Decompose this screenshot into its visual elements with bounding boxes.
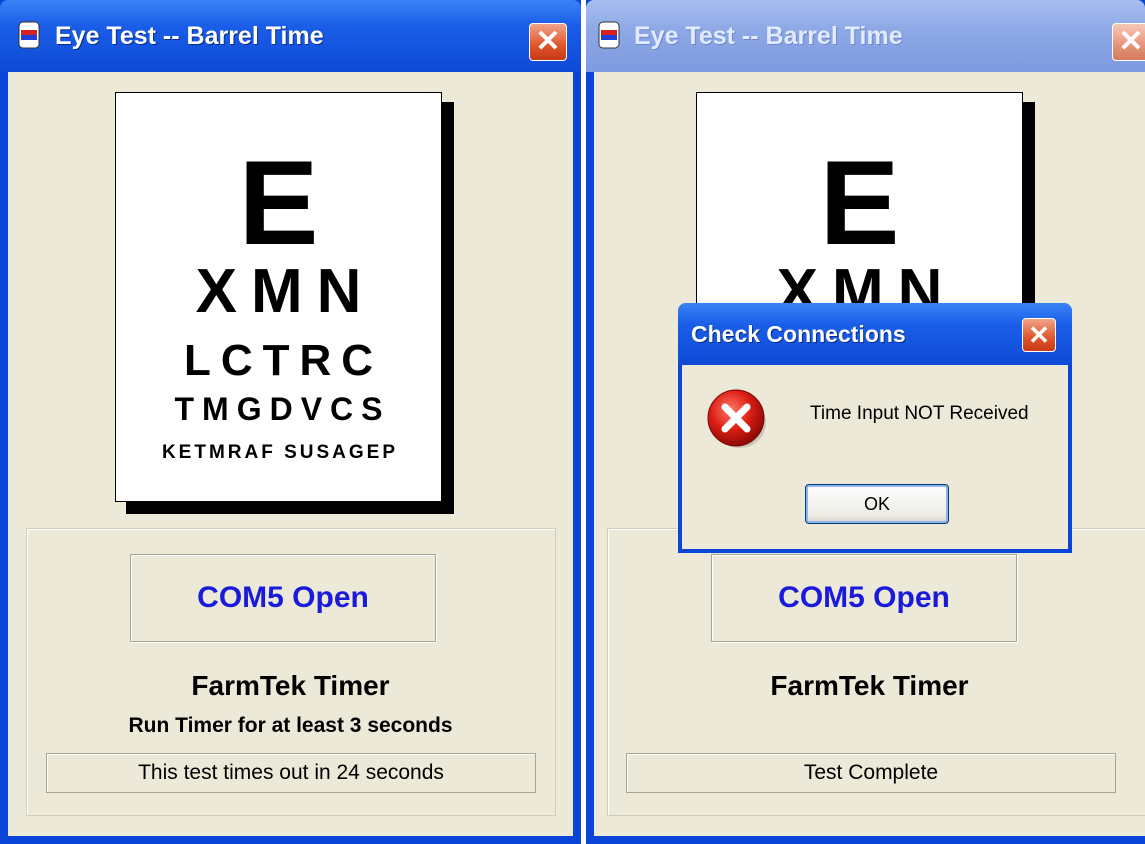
window-title: Eye Test -- Barrel Time	[634, 22, 903, 50]
close-icon: ✕	[1118, 25, 1144, 58]
window-client-area: E XMN LCTRC TMGDVCS KETMRAF SUSAGEP COM5…	[8, 72, 573, 836]
title-bar[interactable]: Eye Test -- Barrel Time ✕	[0, 0, 581, 72]
dialog-close-button[interactable]: ✕	[1022, 318, 1056, 352]
port-status-box: COM5 Open	[711, 554, 1017, 642]
timer-label: FarmTek Timer	[770, 670, 969, 701]
eye-chart: E XMN LCTRC TMGDVCS KETMRAF SUSAGEP	[115, 92, 442, 502]
chart-row-5: KETMRAF SUSAGEP	[161, 442, 399, 463]
check-connections-dialog: Check Connections ✕ Time Input NOT Recei…	[678, 303, 1072, 553]
instruction-label: Run Timer for at least 3 seconds	[128, 714, 453, 737]
chart-row-2: XMN	[195, 257, 376, 326]
window-title: Eye Test -- Barrel Time	[55, 22, 324, 50]
close-button[interactable]: ✕	[529, 23, 567, 61]
app-icon	[18, 21, 40, 49]
dialog-title-bar[interactable]: Check Connections ✕	[678, 303, 1072, 365]
status-text-box: This test times out in 24 seconds	[46, 753, 536, 793]
dialog-title: Check Connections	[691, 321, 906, 347]
chart-row-1: E	[238, 136, 319, 270]
eye-test-window-left: Eye Test -- Barrel Time ✕ E XMN LCTRC TM…	[0, 0, 581, 844]
timer-label: FarmTek Timer	[191, 670, 390, 701]
dialog-message: Time Input NOT Received	[810, 403, 1029, 424]
app-icon	[598, 21, 620, 49]
close-icon: ✕	[535, 25, 561, 58]
chart-row-1: E	[819, 136, 900, 270]
ok-button[interactable]: OK	[805, 484, 949, 524]
close-icon: ✕	[1028, 320, 1050, 350]
chart-row-3: LCTRC	[183, 336, 384, 385]
dialog-body: Time Input NOT Received OK	[682, 365, 1068, 549]
chart-row-4: TMGDVCS	[174, 391, 391, 427]
error-icon	[707, 389, 766, 448]
title-bar[interactable]: Eye Test -- Barrel Time ✕	[586, 0, 1145, 72]
close-button[interactable]: ✕	[1112, 23, 1145, 61]
port-status-box: COM5 Open	[130, 554, 436, 642]
status-text-box: Test Complete	[626, 753, 1116, 793]
